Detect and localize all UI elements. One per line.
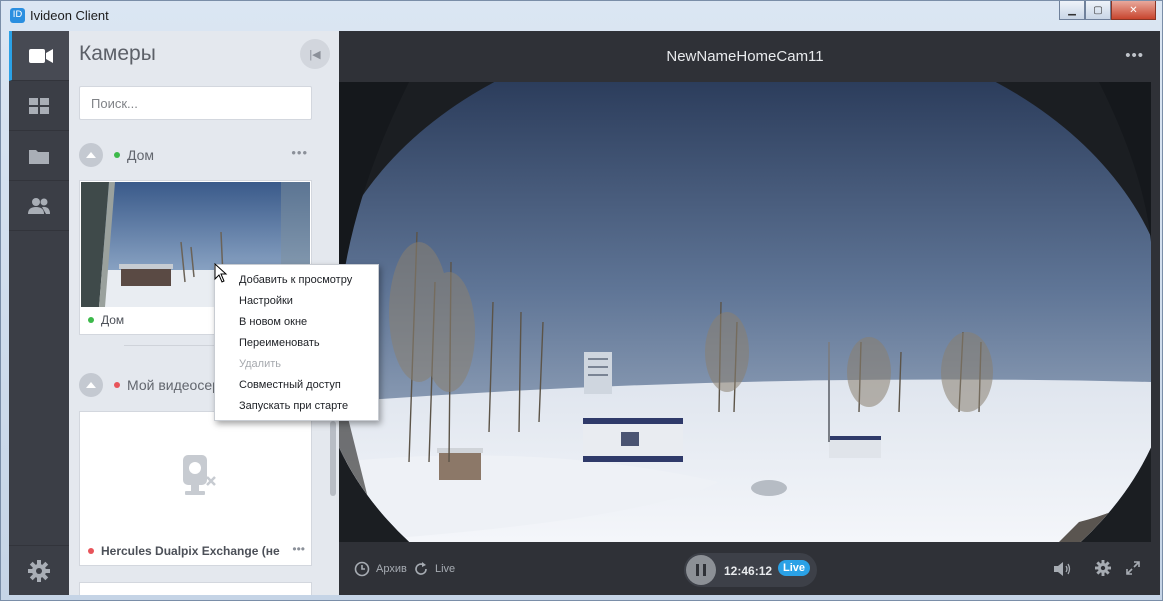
group-more-button[interactable]: ••• — [291, 145, 308, 160]
menu-item-delete: Удалить — [239, 358, 281, 370]
clock-icon[interactable] — [354, 561, 370, 577]
status-dot-online — [88, 317, 94, 323]
camera-card-footer: Hercules Dualpix Exchange (не п... ••• — [80, 537, 311, 565]
player-more-button[interactable]: ••• — [1125, 47, 1144, 64]
window-controls: ▁ ▢ ✕ — [1059, 1, 1156, 21]
camera-card[interactable]: Hercules Dualpix Exchange (не п... ••• — [79, 411, 312, 566]
status-dot-offline — [114, 382, 120, 388]
camera-more-button[interactable]: ••• — [292, 542, 305, 556]
live-video[interactable] — [339, 82, 1151, 542]
main-nav — [9, 31, 69, 595]
group-header: Дом ••• — [79, 143, 312, 167]
mouse-cursor-icon — [214, 263, 228, 283]
playback-pill: 12:46:12 Live — [684, 553, 817, 587]
live-badge[interactable]: Live — [778, 560, 811, 576]
menu-item-rename[interactable]: Переименовать — [215, 334, 378, 355]
menu-item-new-window[interactable]: В новом окне — [215, 313, 378, 334]
group-name[interactable]: Мой видеосер — [127, 377, 220, 393]
group-toggle-button[interactable] — [79, 143, 103, 167]
playback-time: 12:46:12 — [724, 564, 773, 578]
chevron-up-icon — [86, 382, 96, 388]
window-title: Ivideon Client — [30, 8, 109, 23]
sidebar-scrollbar[interactable] — [330, 421, 336, 496]
nav-cameras[interactable] — [9, 31, 69, 81]
fullscreen-icon[interactable] — [1126, 561, 1140, 575]
fisheye-snow-scene — [339, 82, 1151, 542]
player-controls: Архив Live 12:46:12 Live — [339, 551, 1160, 587]
camera-context-menu: Добавить к просмотру Настройки В новом о… — [214, 264, 379, 421]
menu-item-sharing[interactable]: Совместный доступ — [215, 376, 378, 397]
pause-icon — [696, 564, 706, 576]
live-button[interactable]: Live — [435, 563, 455, 575]
menu-item-add-to-view[interactable]: Добавить к просмотру — [215, 271, 378, 292]
nav-archive[interactable] — [9, 131, 69, 181]
camera-card[interactable] — [79, 582, 312, 595]
status-dot-online — [114, 152, 120, 158]
search-input[interactable] — [79, 86, 312, 120]
folder-icon — [29, 149, 49, 164]
nav-users[interactable] — [9, 181, 69, 231]
app-window: ID Ivideon Client ▁ ▢ ✕ Камеры |◀ Поиск.… — [0, 0, 1163, 601]
title-bar[interactable]: ID Ivideon Client ▁ ▢ ✕ — [1, 1, 1162, 31]
menu-item-autostart[interactable]: Запускать при старте — [215, 397, 378, 418]
camera-name: Hercules Dualpix Exchange (не п... — [101, 544, 281, 558]
camera-title: NewNameHomeCam11 — [666, 48, 824, 65]
pause-button[interactable] — [686, 555, 716, 585]
status-dot-offline — [88, 548, 94, 554]
grid-layout-icon — [29, 97, 49, 114]
app-logo-icon: ID — [10, 8, 25, 23]
users-icon — [28, 197, 50, 214]
sidebar-title: Камеры — [79, 42, 156, 65]
client-area: Камеры |◀ Дом ••• — [9, 31, 1160, 595]
collapse-left-icon: |◀ — [309, 48, 321, 61]
nav-settings[interactable] — [9, 545, 69, 595]
close-button[interactable]: ✕ — [1111, 1, 1156, 20]
volume-icon[interactable] — [1054, 561, 1072, 577]
camera-offline-icon — [183, 455, 216, 495]
player-area: NewNameHomeCam11 ••• Архив Live 12:46:12… — [339, 31, 1160, 595]
maximize-button[interactable]: ▢ — [1085, 1, 1111, 20]
player-settings-icon[interactable] — [1095, 560, 1111, 576]
nav-layouts[interactable] — [9, 81, 69, 131]
collapse-sidebar-button[interactable]: |◀ — [300, 39, 330, 69]
menu-item-settings[interactable]: Настройки — [215, 292, 378, 313]
group-name[interactable]: Дом — [127, 147, 154, 163]
video-camera-icon — [28, 48, 53, 63]
gear-icon — [28, 559, 50, 582]
refresh-icon[interactable] — [413, 561, 429, 577]
camera-thumbnail-offline — [81, 413, 310, 538]
minimize-button[interactable]: ▁ — [1059, 1, 1085, 20]
group-toggle-button[interactable] — [79, 373, 103, 397]
archive-button[interactable]: Архив — [376, 563, 407, 575]
chevron-up-icon — [86, 152, 96, 158]
